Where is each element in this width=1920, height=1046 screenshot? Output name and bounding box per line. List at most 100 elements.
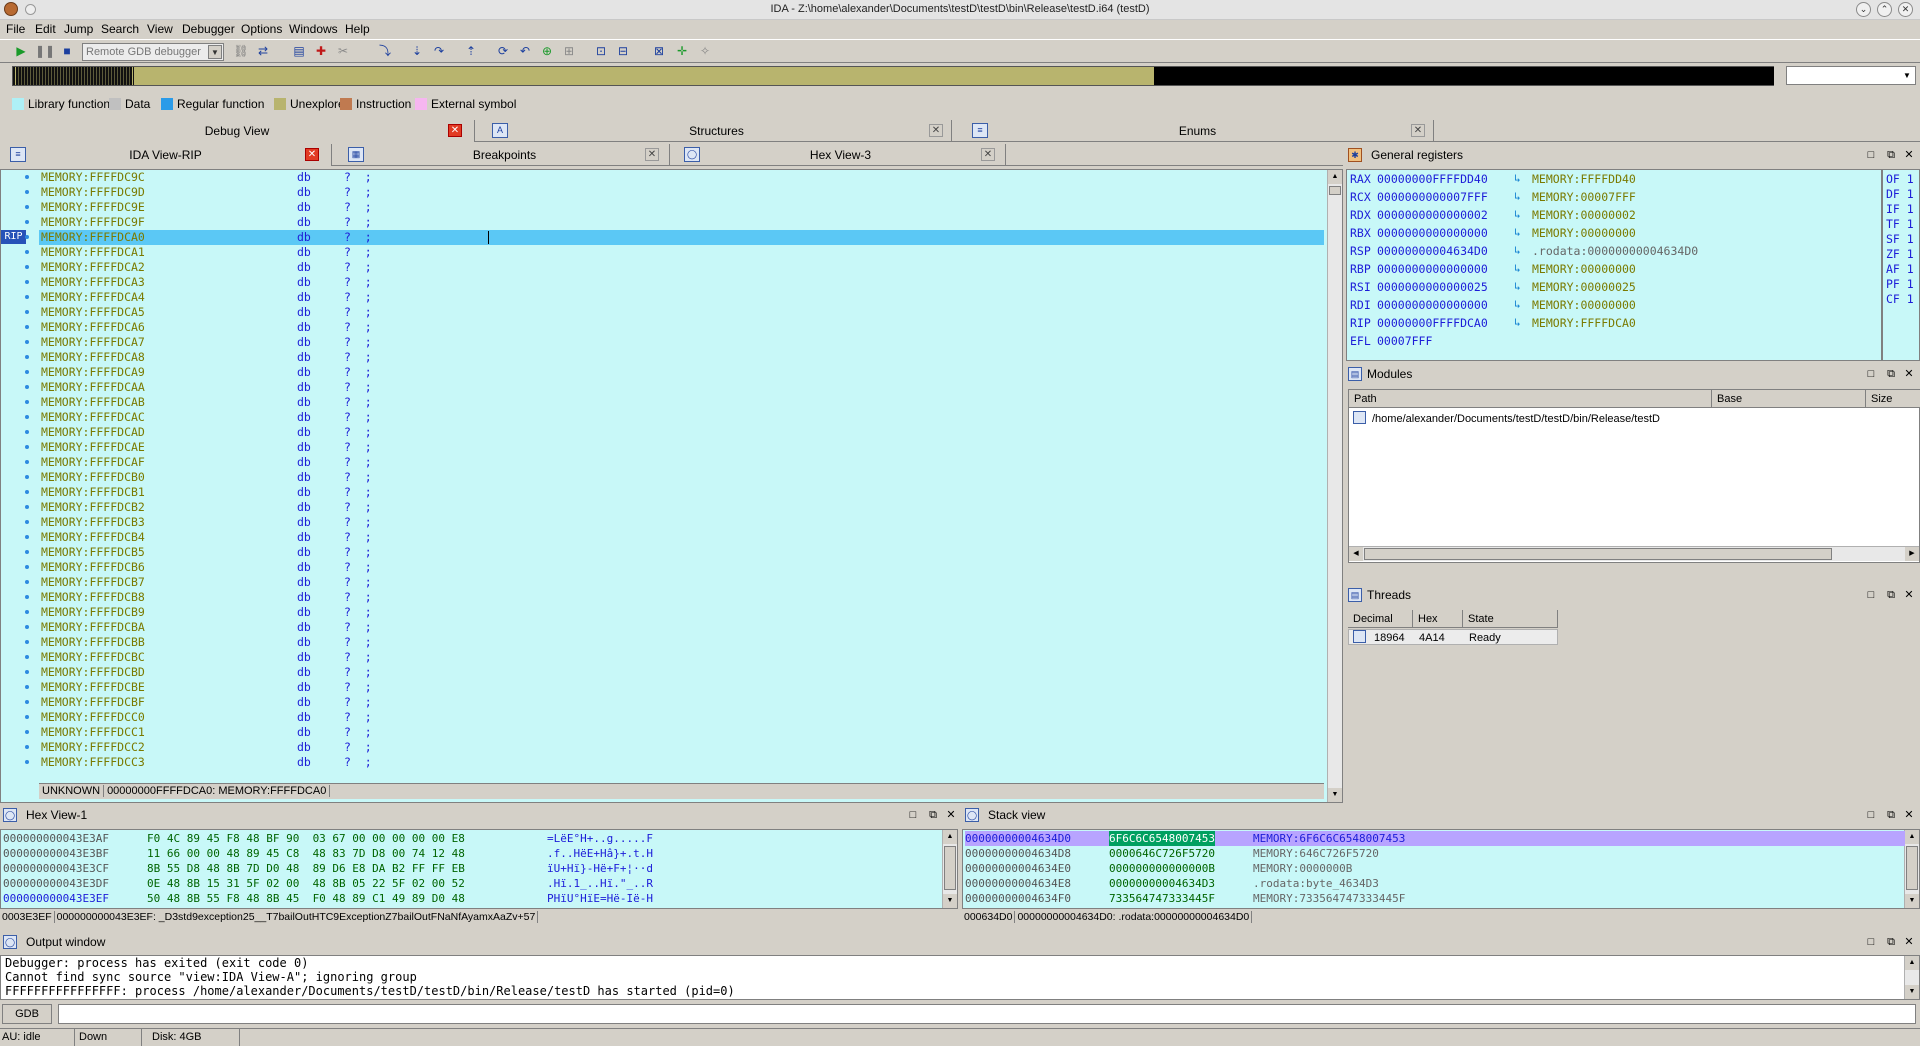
register-row[interactable]: RSP 00000000004634D0 ↳ .rodata:000000000046… (1350, 242, 1880, 260)
command-input[interactable] (58, 1004, 1916, 1024)
jump-arrow-icon[interactable]: ↳ (1514, 260, 1521, 278)
register-row[interactable]: EFL 00007FFF (1350, 332, 1880, 350)
column-header-hex[interactable]: Hex (1413, 610, 1463, 628)
jump-arrow-icon[interactable]: ↳ (1514, 224, 1521, 242)
stack-view[interactable]: ▲ ▼ 00000000004634D0 6F6C6C6548007453 MEMO… (962, 829, 1920, 909)
add-breakpoint-icon[interactable]: ✚ (312, 43, 330, 60)
register-target[interactable]: MEMORY:00000000 (1532, 296, 1636, 314)
tab-ida-view-rip[interactable]: ≡ IDA View-RIP ✕ (0, 144, 332, 166)
scroll-left-icon[interactable]: ◀ (1349, 547, 1363, 561)
float-pane-icon[interactable]: ⧉ (1884, 365, 1898, 383)
code-line[interactable]: MEMORY:FFFFDCBB db ? ; (39, 635, 1324, 650)
code-line[interactable]: MEMORY:FFFFDC9E db ? ; (39, 200, 1324, 215)
register-value[interactable]: 0000000000007FFF (1377, 188, 1488, 206)
column-header-state[interactable]: State (1463, 610, 1558, 628)
tab-breakpoints[interactable]: ▦ Breakpoints ✕ (340, 144, 670, 166)
register-value[interactable]: 00000000FFFFDCA0 (1377, 314, 1488, 332)
code-line[interactable]: MEMORY:FFFFDCA6 db ? ; (39, 320, 1324, 335)
hex-row[interactable]: 000000000043E3AF F0 4C 89 45 F8 48 BF 90 … (3, 831, 653, 846)
flag-value[interactable]: CF 1 (1886, 292, 1914, 307)
register-target[interactable]: MEMORY:00000000 (1532, 224, 1636, 242)
stack-value[interactable]: 000000000000000B (1109, 861, 1215, 876)
scroll-up-icon[interactable]: ▲ (1905, 830, 1919, 844)
code-line[interactable]: MEMORY:FFFFDCBD db ? ; (39, 665, 1324, 680)
column-header-decimal[interactable]: Decimal (1348, 610, 1413, 628)
flags-view[interactable]: OF 1 DF 1 IF 1 TF 1 SF 1 ZF 1 AF 1 PF 1 CF 1 (1882, 169, 1920, 361)
breakpoint-list-icon[interactable]: ▤ (290, 43, 308, 60)
trace-into-icon[interactable]: ⟳ (494, 43, 512, 60)
code-line[interactable]: MEMORY:FFFFDCBC db ? ; (39, 650, 1324, 665)
hex-icon[interactable]: ⊟ (614, 43, 632, 60)
register-target[interactable]: MEMORY:00000000 (1532, 260, 1636, 278)
modules-hscrollbar[interactable]: ◀ ▶ (1349, 546, 1919, 561)
register-row[interactable]: RBP 0000000000000000 ↳ MEMORY:00000000 (1350, 260, 1880, 278)
jump-arrow-icon[interactable]: ↳ (1514, 296, 1521, 314)
float-pane-icon[interactable]: ⧉ (926, 806, 940, 824)
flag-value[interactable]: AF 1 (1886, 262, 1914, 277)
hex-view[interactable]: ▲ ▼ 000000000043E3AF F0 4C 89 45 F8 48 BF… (0, 829, 958, 909)
code-line[interactable]: MEMORY:FFFFDCC2 db ? ; (39, 740, 1324, 755)
register-target[interactable]: .rodata:00000000004634D0 (1532, 242, 1698, 260)
add-watch-icon[interactable]: ✛ (673, 43, 691, 60)
jump-arrow-icon[interactable]: ↳ (1514, 278, 1521, 296)
stack-comment[interactable]: .rodata:byte_4634D3 (1253, 876, 1379, 891)
code-line[interactable]: MEMORY:FFFFDCAA db ? ; (39, 380, 1324, 395)
segments-icon[interactable]: ⊠ (650, 43, 668, 60)
table-row[interactable]: /home/alexander/Documents/testD/testD/bi… (1353, 411, 1660, 427)
code-line[interactable]: MEMORY:FFFFDCB0 db ? ; (39, 470, 1324, 485)
close-icon[interactable]: ✕ (645, 148, 659, 161)
code-line[interactable]: MEMORY:FFFFDCA8 db ? ; (39, 350, 1324, 365)
code-line[interactable]: MEMORY:FFFFDCA9 db ? ; (39, 365, 1324, 380)
code-line[interactable]: MEMORY:FFFFDCC3 db ? ; (39, 755, 1324, 770)
register-row[interactable]: RSI 0000000000000025 ↳ MEMORY:00000025 (1350, 278, 1880, 296)
hex-scrollbar[interactable]: ▲ ▼ (942, 830, 957, 908)
scroll-down-icon[interactable]: ▼ (1905, 894, 1919, 908)
close-pane-icon[interactable]: ✕ (1902, 586, 1916, 604)
code-line[interactable]: MEMORY:FFFFDCA5 db ? ; (39, 305, 1324, 320)
code-line[interactable]: MEMORY:FFFFDCA4 db ? ; (39, 290, 1324, 305)
hex-ascii[interactable]: ïU+Hï}-Hë+F+¦··d (547, 861, 653, 876)
scroll-up-icon[interactable]: ▲ (1905, 956, 1919, 970)
hex-bytes[interactable]: F0 4C 89 45 F8 48 BF 90 03 67 00 00 00 0… (147, 831, 465, 846)
menu-options[interactable]: Options (241, 22, 282, 36)
flag-value[interactable]: ZF 1 (1886, 247, 1914, 262)
menu-view[interactable]: View (147, 22, 173, 36)
stop-icon[interactable]: ■ (58, 43, 76, 60)
flag-value[interactable]: OF 1 (1886, 172, 1914, 187)
code-line[interactable]: MEMORY:FFFFDCA3 db ? ; (39, 275, 1324, 290)
code-line[interactable]: MEMORY:FFFFDCA1 db ? ; (39, 245, 1324, 260)
minimize-icon[interactable]: ⌄ (1856, 2, 1871, 17)
register-value[interactable]: 0000000000000000 (1377, 260, 1488, 278)
code-line[interactable]: MEMORY:FFFFDCAB db ? ; (39, 395, 1324, 410)
minimize-pane-icon[interactable]: □ (1864, 586, 1878, 604)
register-row[interactable]: RBX 0000000000000000 ↳ MEMORY:00000000 (1350, 224, 1880, 242)
close-icon[interactable]: ✕ (305, 148, 319, 161)
jump-arrow-icon[interactable]: ↳ (1514, 170, 1521, 188)
jump-arrow-icon[interactable]: ↳ (1514, 314, 1521, 332)
close-pane-icon[interactable]: ✕ (1902, 933, 1916, 951)
scroll-thumb[interactable] (944, 846, 956, 890)
float-pane-icon[interactable]: ⧉ (1884, 586, 1898, 604)
scroll-thumb[interactable] (1329, 186, 1341, 195)
stack-value[interactable]: 6F6C6C6548007453 (1109, 831, 1215, 846)
register-row[interactable]: RIP 00000000FFFFDCA0 ↳ MEMORY:FFFFDCA0 (1350, 314, 1880, 332)
navigation-band[interactable] (12, 66, 1774, 86)
close-pane-icon[interactable]: ✕ (1902, 365, 1916, 383)
close-pane-icon[interactable]: ✕ (1902, 146, 1916, 164)
stack-row[interactable]: 00000000004634E0 000000000000000B MEMORY:0… (965, 861, 1905, 876)
code-line[interactable]: MEMORY:FFFFDCA0 db ? ; (39, 230, 1324, 245)
gdb-button[interactable]: GDB (2, 1004, 52, 1024)
stack-row[interactable]: 00000000004634D8 0000646C726F5720 MEMORY:6… (965, 846, 1905, 861)
register-row[interactable]: RDI 0000000000000000 ↳ MEMORY:00000000 (1350, 296, 1880, 314)
code-line[interactable]: MEMORY:FFFFDCA7 db ? ; (39, 335, 1324, 350)
modules-table[interactable]: Path Base Size /home/alexander/Documents… (1348, 389, 1920, 563)
jump-arrow-icon[interactable]: ↳ (1514, 242, 1521, 260)
register-row[interactable]: RAX 00000000FFFFDD40 ↳ MEMORY:FFFFDD40 (1350, 170, 1880, 188)
output-window[interactable]: Debugger: process has exited (exit code … (0, 955, 1920, 1000)
code-line[interactable]: MEMORY:FFFFDCC0 db ? ; (39, 710, 1324, 725)
table-row[interactable]: 18964 4A14 Ready (1348, 629, 1558, 645)
register-target[interactable]: MEMORY:00007FFF (1532, 188, 1636, 206)
stack-value[interactable]: 733564747333445F (1109, 891, 1215, 906)
hex-row[interactable]: 000000000043E3EF 50 48 8B 55 F8 48 8B 45 … (3, 891, 653, 906)
threads-table[interactable]: Decimal Hex State 18964 4A14 Ready (1348, 610, 1920, 804)
